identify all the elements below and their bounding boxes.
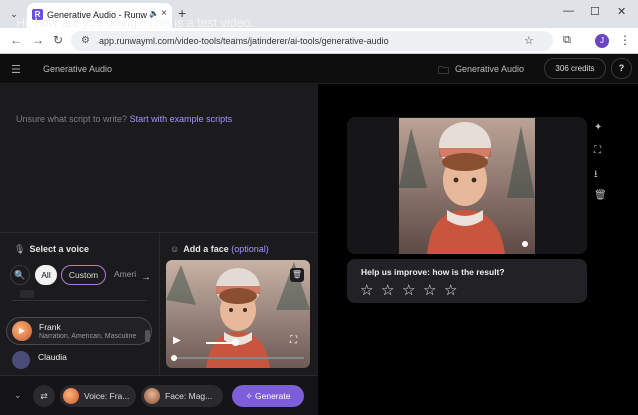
play-icon[interactable]: ▶ [173, 335, 181, 346]
star-icon[interactable]: ☆ [381, 281, 400, 299]
settings-toggle-icon[interactable]: ⇄ [33, 385, 55, 407]
star-icon[interactable]: ☆ [360, 281, 379, 299]
face-selector[interactable]: Face: Mag... [141, 385, 223, 407]
app-header: ☰ Generative Audio 🗀 Generative Audio 30… [0, 54, 638, 84]
select-voice-label: Select a voice [29, 244, 89, 254]
microphone-icon: 🎙 [14, 244, 26, 254]
result-portrait-image [399, 118, 535, 254]
forward-icon[interactable]: → [32, 33, 44, 47]
script-hint: Unsure what script to write? Start with … [16, 114, 232, 124]
add-face-label: Add a face [183, 244, 229, 254]
hamburger-menu-icon[interactable]: ☰ [11, 63, 21, 76]
volume-handle[interactable] [231, 339, 239, 346]
folder-icon[interactable]: 🗀 [438, 62, 449, 81]
maximize-icon[interactable]: ☐ [590, 5, 600, 18]
voice-avatar [63, 388, 79, 404]
result-video[interactable] [399, 118, 535, 254]
fullscreen-icon[interactable]: ⛶ [290, 335, 297, 346]
sparkle-icon: ✧ [245, 391, 256, 401]
magic-wand-icon[interactable]: ✦ [594, 122, 602, 133]
star-icon[interactable]: ☆ [444, 281, 463, 299]
bottom-toolbar: ⌄ ⇄ Voice: Fra... Face: Mag... ✧ Generat… [0, 375, 318, 415]
filter-american-chip[interactable]: Ameri [110, 265, 140, 285]
list-stub [20, 290, 34, 298]
url-text: app.runwayml.com/video-tools/teams/jatin… [99, 36, 389, 46]
voice-item-claudia[interactable]: Claudia [8, 349, 148, 373]
project-name[interactable]: Generative Audio [455, 64, 524, 74]
progress-handle[interactable] [171, 355, 177, 361]
voice-play-icon[interactable]: ▶ [12, 321, 32, 341]
generate-button[interactable]: ✧ Generate [232, 385, 304, 407]
browser-toolbar: ← → ↻ ⚙ app.runwayml.com/video-tools/tea… [0, 28, 638, 54]
address-bar[interactable]: ⚙ app.runwayml.com/video-tools/teams/jat… [71, 31, 553, 51]
trash-icon[interactable]: 🗑 [594, 190, 607, 201]
profile-avatar[interactable]: J [595, 34, 609, 48]
credits-badge[interactable]: 306 credits [544, 58, 606, 79]
face-icon: ☺ [170, 244, 180, 254]
add-face-heading: ☺ Add a face (optional) [170, 244, 269, 254]
face-pill-label: Face: Mag... [165, 391, 213, 401]
star-icon[interactable]: ☆ [423, 281, 442, 299]
feedback-title: Help us improve: how is the result? [361, 267, 505, 277]
face-preview-video[interactable] [166, 260, 310, 368]
remove-face-icon[interactable]: 🗑 [290, 268, 304, 282]
voice-description: Narration, American, Masculine [39, 333, 137, 340]
minimize-icon[interactable]: — [563, 5, 574, 17]
app-title: Generative Audio [43, 64, 113, 74]
video-progress-bar[interactable] [172, 357, 304, 359]
select-voice-heading: 🎙 Select a voice [14, 244, 89, 255]
divider [12, 300, 147, 301]
back-icon[interactable]: ← [10, 33, 22, 47]
face-portrait-image [166, 260, 310, 368]
reload-icon[interactable]: ↻ [53, 33, 63, 47]
filter-custom-chip[interactable]: Custom [61, 265, 106, 285]
divider [159, 232, 160, 375]
voice-item-frank[interactable]: ▶ Frank Narration, American, Masculine [6, 317, 152, 345]
example-scripts-link[interactable]: Start with example scripts [130, 114, 233, 124]
face-avatar [144, 388, 160, 404]
voice-pill-label: Voice: Fra... [84, 391, 130, 401]
star-icon[interactable]: ☆ [402, 281, 421, 299]
extensions-icon[interactable]: ⧉ [563, 34, 571, 47]
close-window-icon[interactable]: ✕ [617, 5, 626, 18]
video-indicator-dot [522, 241, 528, 247]
browser-menu-icon[interactable]: ⋮ [619, 33, 631, 47]
generate-label: Generate [255, 391, 291, 401]
credits-text: 306 credits [555, 64, 595, 73]
filter-scroll-right-icon[interactable]: → [141, 272, 151, 283]
voice-name: Frank [39, 322, 61, 332]
site-info-icon[interactable]: ⚙ [81, 35, 90, 46]
filter-all-chip[interactable]: All [35, 265, 57, 285]
script-hint-text: Unsure what script to write? [16, 114, 128, 124]
voice-selector[interactable]: Voice: Fra... [60, 385, 136, 407]
voice-name: Claudia [38, 352, 67, 362]
chevron-down-icon[interactable]: ⌄ [14, 390, 22, 401]
voice-avatar [12, 351, 30, 369]
script-textarea[interactable]: Hi, how are you doing? This is a test vi… [16, 16, 254, 30]
volume-slider[interactable] [206, 342, 235, 344]
voice-search-icon[interactable]: 🔍 [10, 265, 30, 285]
optional-label: (optional) [231, 244, 269, 254]
help-button[interactable]: ? [611, 58, 632, 79]
voice-list-scrollbar[interactable] [145, 330, 150, 342]
download-icon[interactable]: ⭳ [594, 167, 598, 184]
star-rating: ☆ ☆ ☆ ☆ ☆ [360, 281, 465, 299]
bookmark-star-icon[interactable]: ☆ [524, 34, 543, 47]
expand-icon[interactable]: ⛶ [594, 145, 601, 156]
